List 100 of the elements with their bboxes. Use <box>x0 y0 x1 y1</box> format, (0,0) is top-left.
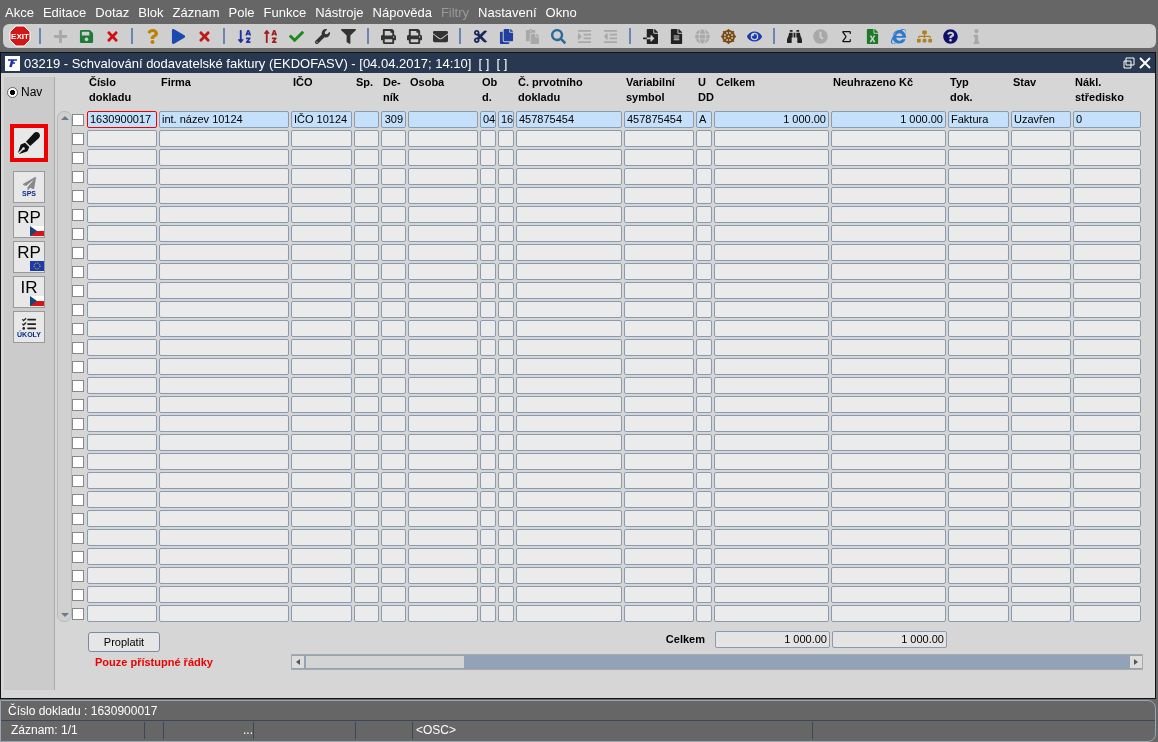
column-header: Osoba <box>409 75 446 90</box>
notice-text: Pouze přístupné řádky <box>95 656 214 668</box>
menu-item[interactable]: Pole <box>228 4 255 20</box>
menu-item[interactable]: Nástroje <box>315 4 364 20</box>
column-header: Číslo dokladu <box>88 75 133 105</box>
table-cell[interactable]: int. název 10124 <box>159 111 289 128</box>
row-checkbox[interactable] <box>72 456 84 468</box>
menu-item[interactable]: Záznam <box>172 4 220 20</box>
radio-label: Nav <box>21 85 43 99</box>
window-title: 03219 - Schvalování dodavatelské faktury (EKDOFASV) - [04.04.2017; 14:10] [ ] [ ] <box>24 55 509 71</box>
restore-icon[interactable] <box>1123 57 1135 69</box>
table-cell[interactable]: 457875454 <box>624 111 694 128</box>
row-checkbox[interactable] <box>72 304 84 316</box>
row-checkbox[interactable] <box>72 399 84 411</box>
column-header: Stav <box>1012 75 1038 90</box>
column-header: U DD <box>697 75 715 105</box>
row-checkbox[interactable] <box>72 513 84 525</box>
row-checkbox[interactable] <box>72 608 84 620</box>
row-checkbox[interactable] <box>72 570 84 582</box>
row-checkbox[interactable] <box>72 589 84 601</box>
row-checkbox[interactable] <box>72 285 84 297</box>
row-checkbox[interactable] <box>72 152 84 164</box>
column-header: IČO <box>292 75 314 90</box>
column-header: Firma <box>160 75 192 90</box>
row-checkbox[interactable] <box>72 418 84 430</box>
row-checkbox[interactable] <box>72 209 84 221</box>
flag-icon <box>30 260 44 271</box>
row-checkbox[interactable] <box>72 551 84 563</box>
row-checkbox[interactable] <box>72 342 84 354</box>
scroll-left-icon[interactable] <box>294 658 302 666</box>
record-counter: Záznam: 1/1 <box>8 722 145 739</box>
row-checkbox[interactable] <box>72 266 84 278</box>
menu-item[interactable]: Okno <box>545 4 577 20</box>
flag-icon <box>30 295 44 306</box>
row-checkbox[interactable] <box>72 171 84 183</box>
status-message: Číslo dokladu : 1630900017 <box>8 703 158 718</box>
menu-item[interactable]: Blok <box>138 4 164 20</box>
table-cell[interactable]: 16 <box>498 111 514 128</box>
table-cell[interactable]: IČO 10124 <box>291 111 352 128</box>
scroll-right-icon[interactable] <box>1132 658 1140 666</box>
side-toolbar-button[interactable]: RP <box>13 206 45 238</box>
table-cell[interactable]: 1630900017 <box>87 111 157 128</box>
vertical-scrollbar[interactable] <box>57 111 72 622</box>
menu-item[interactable]: Editace <box>42 4 87 20</box>
row-checkbox[interactable] <box>72 323 84 335</box>
row-checkbox[interactable] <box>72 494 84 506</box>
exit-icon[interactable]: EXIT <box>9 25 31 47</box>
table-cell[interactable]: 309 <box>381 111 406 128</box>
column-header: Č. prvotního dokladu <box>517 75 584 105</box>
total-amount-field: 1 000.00 <box>715 630 830 648</box>
menu-item[interactable]: Akce <box>5 4 34 20</box>
button-label: RP <box>17 243 41 261</box>
mode-indicator: <OSC> <box>413 722 813 739</box>
table-cell[interactable]: 04 <box>480 111 496 128</box>
button-label: IR <box>20 278 38 296</box>
table-cell[interactable]: 0 <box>1073 111 1141 128</box>
pen-icon <box>18 132 40 154</box>
row-checkbox[interactable] <box>72 475 84 487</box>
row-checkbox[interactable] <box>72 133 84 145</box>
task-list-icon <box>22 316 36 331</box>
menu-item[interactable]: Nápověda <box>372 4 432 20</box>
paper-plane-icon <box>22 177 36 190</box>
row-checkbox[interactable] <box>72 114 84 126</box>
column-header: Ob d. <box>481 75 499 105</box>
column-header: Nákl. středisko <box>1074 75 1125 105</box>
row-checkbox[interactable] <box>72 190 84 202</box>
table-cell[interactable]: 1 000.00 <box>831 111 946 128</box>
status-field: ... <box>164 722 254 739</box>
column-header: Celkem <box>715 75 757 90</box>
table-cell[interactable]: A <box>696 111 712 128</box>
table-cell[interactable]: 1 000.00 <box>714 111 829 128</box>
column-header: De- ník <box>382 75 402 105</box>
horizontal-scrollbar[interactable] <box>291 654 1143 670</box>
menu-item[interactable]: Funkce <box>263 4 307 20</box>
table-cell[interactable]: Uzavřen <box>1011 111 1071 128</box>
radio-button[interactable] <box>7 86 18 98</box>
row-checkbox[interactable] <box>72 532 84 544</box>
menu-item[interactable]: Nastavení <box>478 4 537 20</box>
pay-button[interactable]: Proplatit <box>88 632 160 652</box>
row-checkbox[interactable] <box>72 228 84 240</box>
row-checkbox[interactable] <box>72 437 84 449</box>
row-checkbox[interactable] <box>72 361 84 373</box>
column-header: Neuhrazeno Kč <box>832 75 915 90</box>
totals-label: Celkem <box>664 633 706 645</box>
table-cell[interactable]: Faktura <box>948 111 1009 128</box>
table-cell[interactable]: 457875454 <box>516 111 622 128</box>
side-toolbar-button[interactable]: RP <box>13 241 45 273</box>
button-label: RP <box>17 208 41 226</box>
row-checkbox[interactable] <box>72 247 84 259</box>
side-toolbar-button[interactable]: IR <box>13 276 45 308</box>
row-checkbox[interactable] <box>72 380 84 392</box>
close-icon[interactable] <box>1139 57 1151 69</box>
flag-icon <box>30 225 44 236</box>
app-logo-icon <box>5 55 20 71</box>
side-toolbar-button[interactable] <box>10 124 48 162</box>
column-header: Variabilní symbol <box>625 75 676 105</box>
menu-item[interactable]: Dotaz <box>95 4 130 20</box>
column-header: Typ dok. <box>949 75 974 105</box>
column-header: Sp. <box>355 75 375 90</box>
unpaid-amount-field: 1 000.00 <box>832 630 947 648</box>
